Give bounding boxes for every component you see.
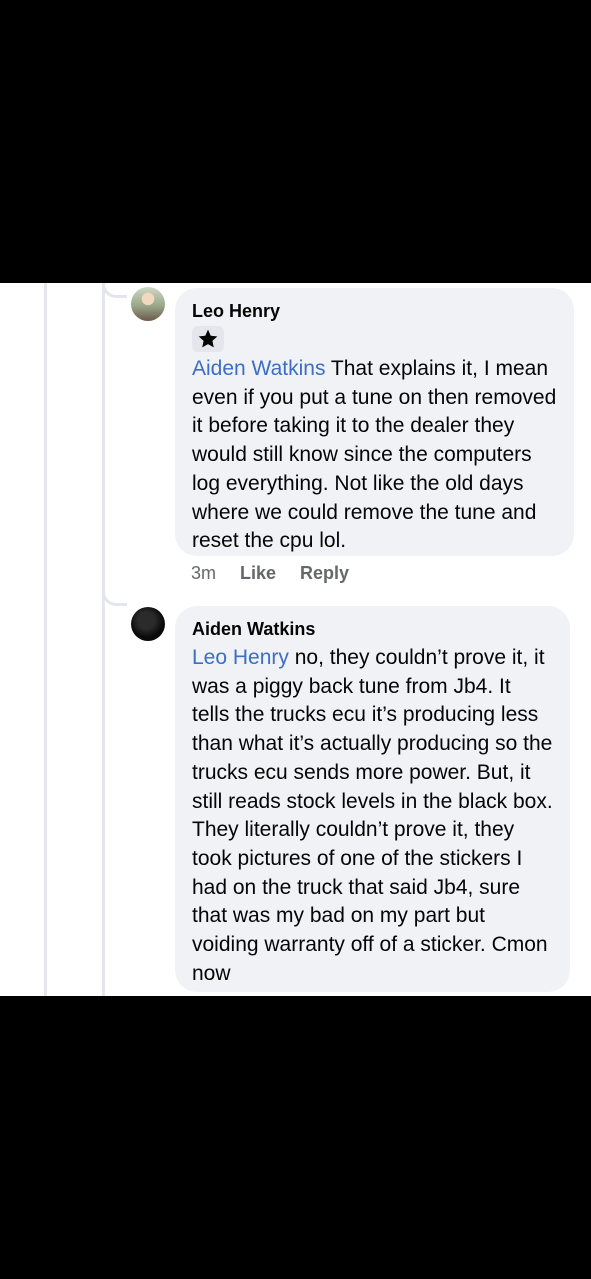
avatar-leo-henry[interactable]	[131, 287, 165, 321]
comment-actions: 3m Like Reply	[191, 563, 373, 584]
comment-bubble: Leo Henry Aiden Watkins That explains it…	[175, 288, 574, 556]
star-icon	[198, 329, 218, 348]
mention-link[interactable]: Leo Henry	[192, 646, 289, 669]
comment-bubble: Aiden Watkins Leo Henry no, they couldn’…	[175, 606, 570, 992]
avatar-aiden-watkins[interactable]	[131, 607, 165, 641]
mention-link[interactable]: Aiden Watkins	[192, 357, 325, 380]
reply-connector	[102, 589, 127, 606]
comment-author[interactable]: Aiden Watkins	[192, 618, 553, 640]
comment-body: no, they couldn’t prove it, it was a pig…	[192, 646, 553, 985]
comment-author[interactable]: Leo Henry	[192, 300, 557, 322]
comment-text: Leo Henry no, they couldn’t prove it, it…	[192, 644, 553, 988]
like-button[interactable]: Like	[240, 563, 276, 584]
reply-connector	[102, 283, 127, 298]
comment-timestamp[interactable]: 3m	[191, 563, 216, 584]
thread-line-inner	[102, 283, 105, 996]
letterbox-top	[0, 0, 591, 283]
reply-button[interactable]: Reply	[300, 563, 349, 584]
comment-body: That explains it, I mean even if you put…	[192, 357, 557, 553]
comment-thread: Leo Henry Aiden Watkins That explains it…	[0, 283, 591, 996]
thread-line-outer	[44, 283, 47, 996]
comment-text: Aiden Watkins That explains it, I mean e…	[192, 355, 557, 556]
letterbox-bottom	[0, 996, 591, 1279]
star-badge-icon[interactable]	[192, 326, 224, 352]
